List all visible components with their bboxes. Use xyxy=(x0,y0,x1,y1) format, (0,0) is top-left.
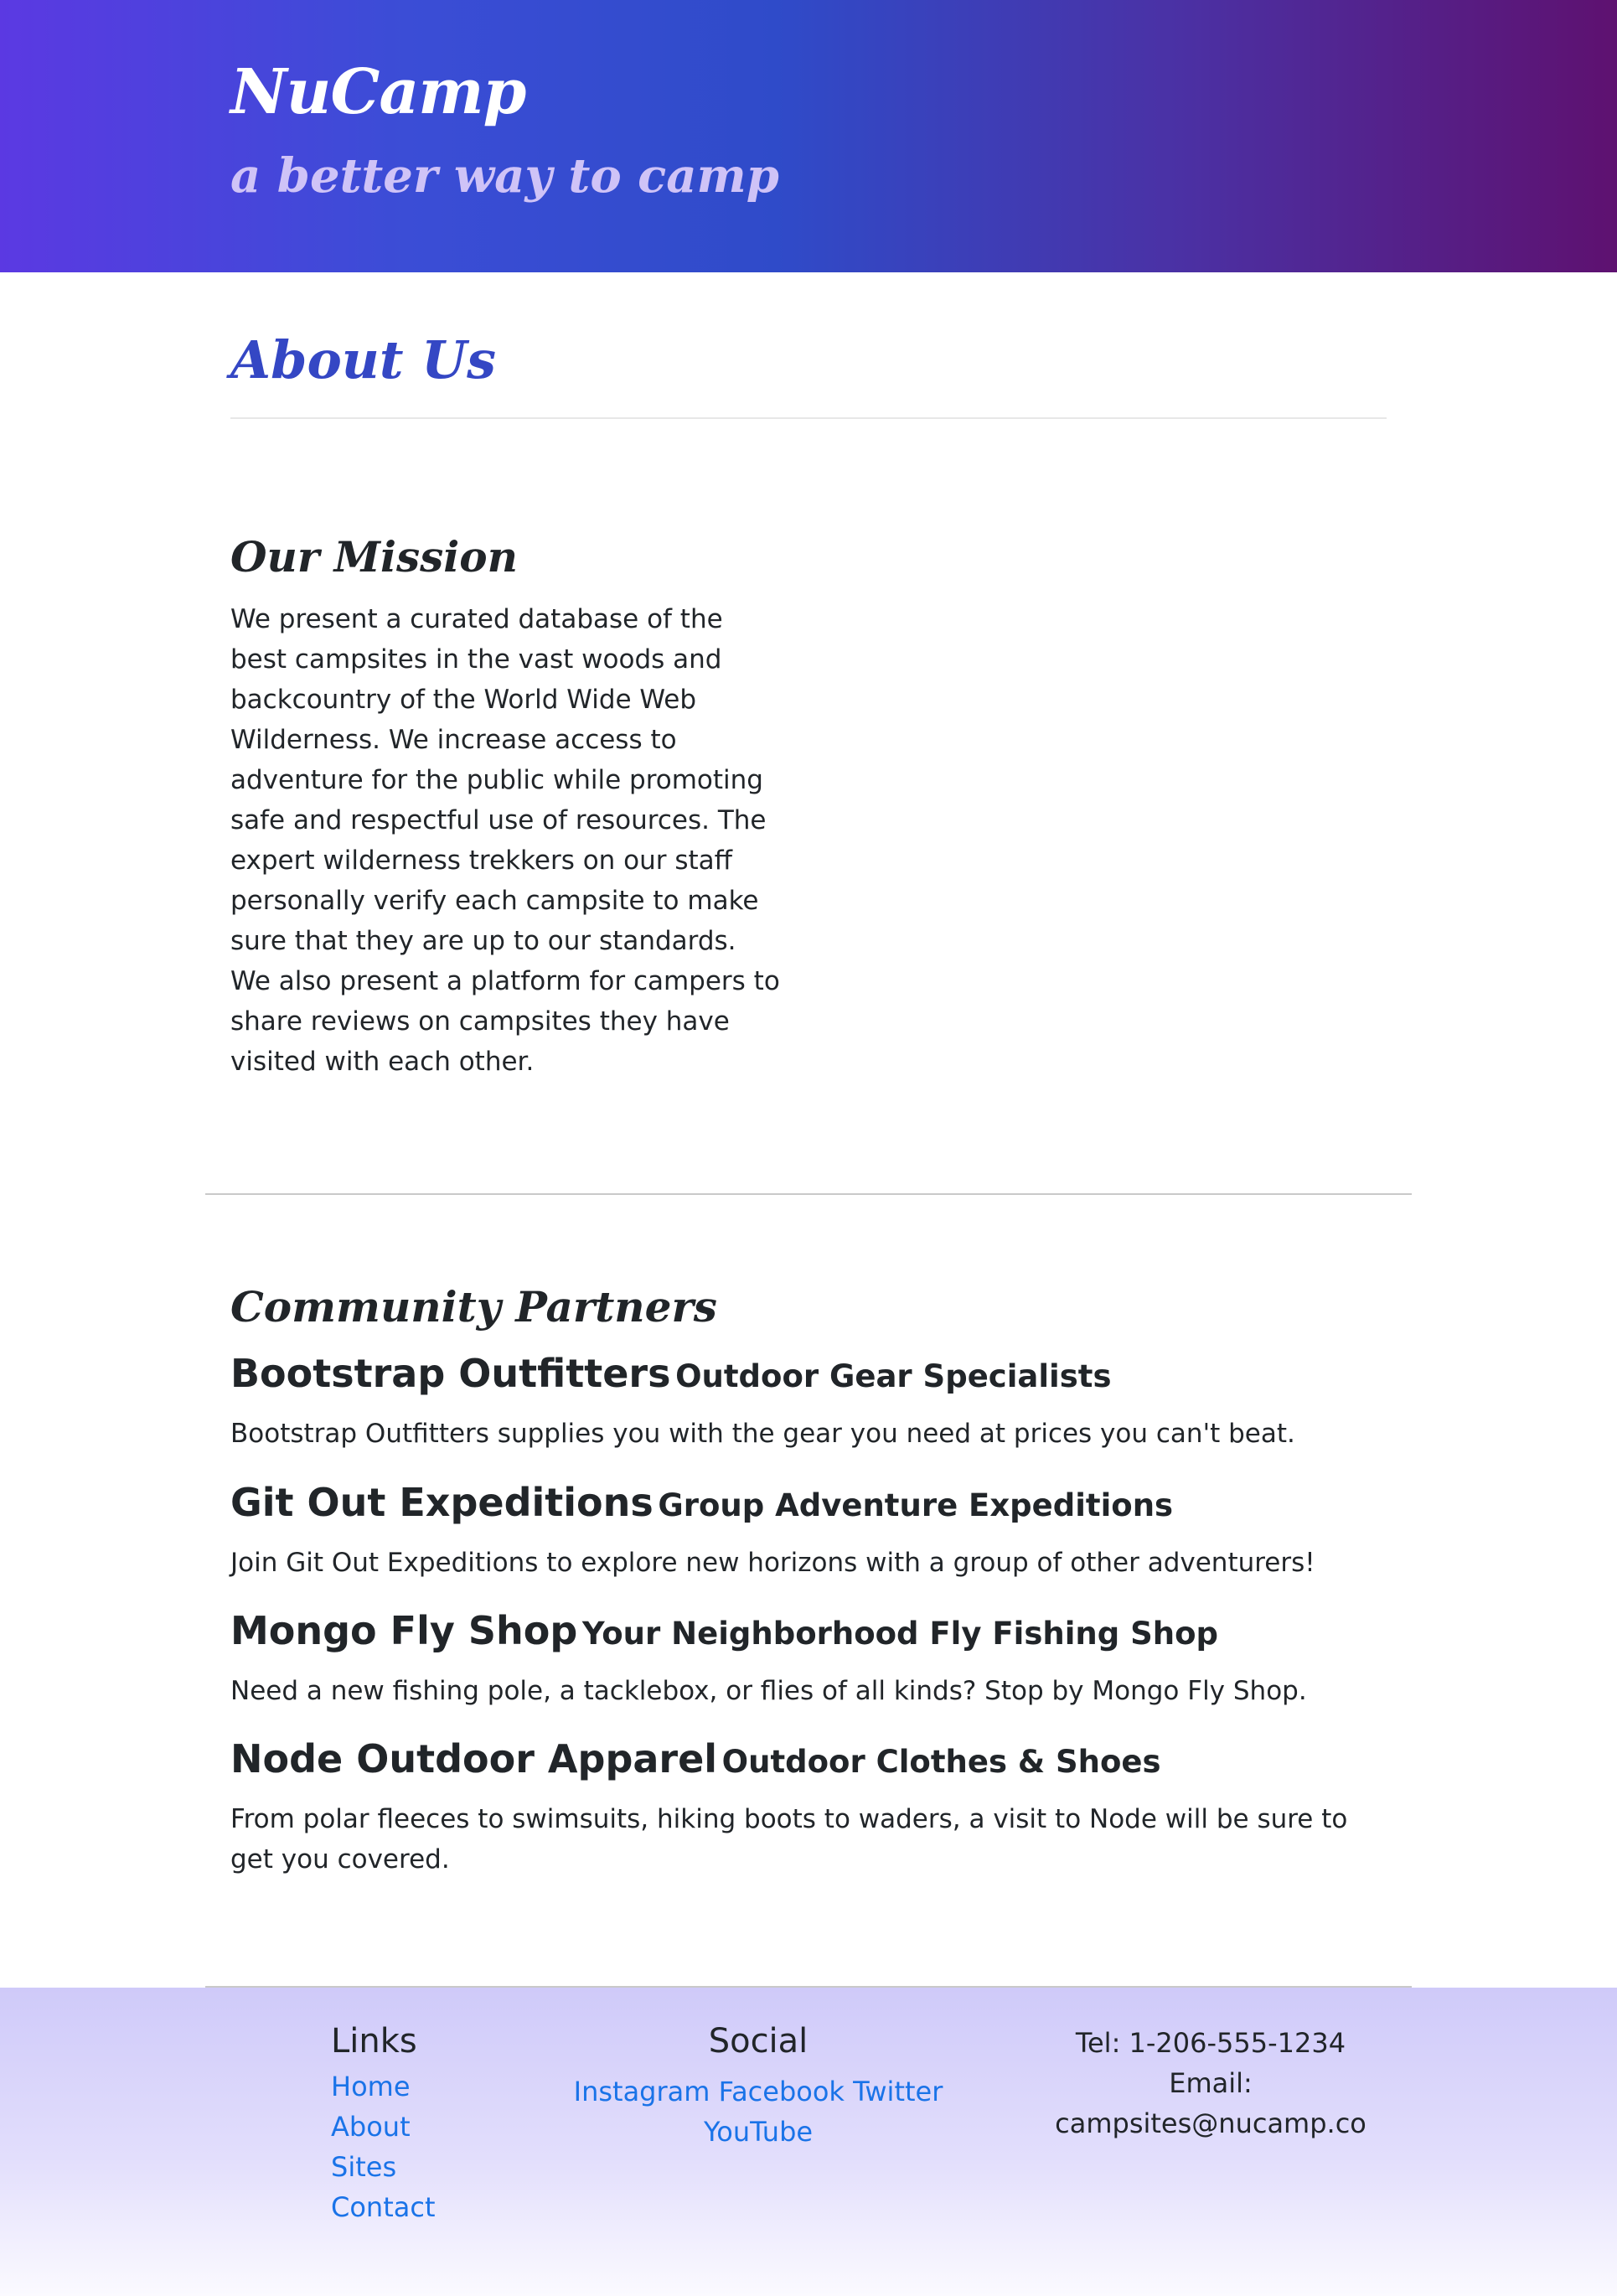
partner-name: Node Outdoor Apparel xyxy=(230,1736,718,1781)
mission-text: We present a curated database of the bes… xyxy=(230,604,780,1077)
partner-tagline: Outdoor Gear Specialists xyxy=(675,1358,1112,1394)
partner-description: Bootstrap Outfitters supplies you with t… xyxy=(230,1419,1295,1449)
partner-tagline: Outdoor Clothes & Shoes xyxy=(721,1744,1161,1780)
partner-item: Mongo Fly Shop Your Neighborhood Fly Fis… xyxy=(230,1605,1403,1711)
partner-item: Bootstrap Outfitters Outdoor Gear Specia… xyxy=(230,1347,1403,1454)
footer-link-sites[interactable]: Sites xyxy=(331,2151,396,2183)
partner-item: Git Out Expeditions Group Adventure Expe… xyxy=(230,1476,1403,1583)
contact-phone: Tel: 1-206-555-1234 xyxy=(1075,2027,1346,2059)
footer-links-column: Links Home About Sites Contact xyxy=(331,2016,436,2227)
footer-link-contact[interactable]: Contact xyxy=(331,2191,436,2223)
site-tagline: a better way to camp xyxy=(230,148,779,204)
partner-name: Git Out Expeditions xyxy=(230,1480,654,1525)
partner-title: Node Outdoor Apparel Outdoor Clothes & S… xyxy=(230,1733,1403,1794)
header-jumbotron: NuCamp a better way to camp xyxy=(0,0,1617,272)
partner-tagline: Group Adventure Expeditions xyxy=(658,1487,1174,1523)
site-footer: Links Home About Sites Contact Social In… xyxy=(0,1988,1617,2296)
partner-title: Bootstrap Outfitters Outdoor Gear Specia… xyxy=(230,1347,1403,1409)
footer-links-list: Home About Sites Contact xyxy=(331,2066,436,2227)
social-link-facebook[interactable]: Facebook xyxy=(719,2076,845,2107)
partner-name: Mongo Fly Shop xyxy=(230,1608,578,1653)
partner-description: Need a new fishing pole, a tacklebox, or… xyxy=(230,1676,1307,1706)
contact-email: campsites@nucamp.co xyxy=(1055,2107,1366,2139)
partner-title: Git Out Expeditions Group Adventure Expe… xyxy=(230,1476,1403,1538)
footer-contact-column: Tel: 1-206-555-1234 Email: campsites@nuc… xyxy=(1018,2023,1403,2143)
contact-email-label: Email: xyxy=(1169,2067,1253,2099)
footer-social-column: Social Instagram Facebook Twitter YouTub… xyxy=(553,2016,963,2152)
partner-tagline: Your Neighborhood Fly Fishing Shop xyxy=(581,1616,1218,1652)
footer-link-home[interactable]: Home xyxy=(331,2071,411,2102)
section-divider xyxy=(205,1193,1412,1195)
footer-social-heading: Social xyxy=(708,2022,808,2061)
mission-heading: Our Mission xyxy=(230,532,518,582)
social-links: Instagram Facebook Twitter YouTube xyxy=(553,2071,963,2152)
footer-link-item: Contact xyxy=(331,2187,436,2227)
footer-links-heading: Links xyxy=(331,2022,417,2061)
partner-description: From polar fleeces to swimsuits, hiking … xyxy=(230,1804,1348,1875)
footer-link-about[interactable]: About xyxy=(331,2111,411,2143)
partner-name: Bootstrap Outfitters xyxy=(230,1351,671,1396)
partner-title: Mongo Fly Shop Your Neighborhood Fly Fis… xyxy=(230,1605,1403,1666)
social-link-instagram[interactable]: Instagram xyxy=(574,2076,710,2107)
partner-description: Join Git Out Expeditions to explore new … xyxy=(230,1548,1315,1578)
page-title: About Us xyxy=(230,329,497,390)
partners-heading: Community Partners xyxy=(230,1282,717,1332)
footer-link-item: About xyxy=(331,2107,436,2147)
social-link-twitter[interactable]: Twitter xyxy=(853,2076,943,2107)
partner-item: Node Outdoor Apparel Outdoor Clothes & S… xyxy=(230,1733,1403,1880)
social-link-youtube[interactable]: YouTube xyxy=(704,2116,813,2148)
footer-link-item: Sites xyxy=(331,2147,436,2187)
site-brand: NuCamp xyxy=(230,56,526,128)
title-divider xyxy=(230,417,1387,419)
footer-link-item: Home xyxy=(331,2066,436,2107)
